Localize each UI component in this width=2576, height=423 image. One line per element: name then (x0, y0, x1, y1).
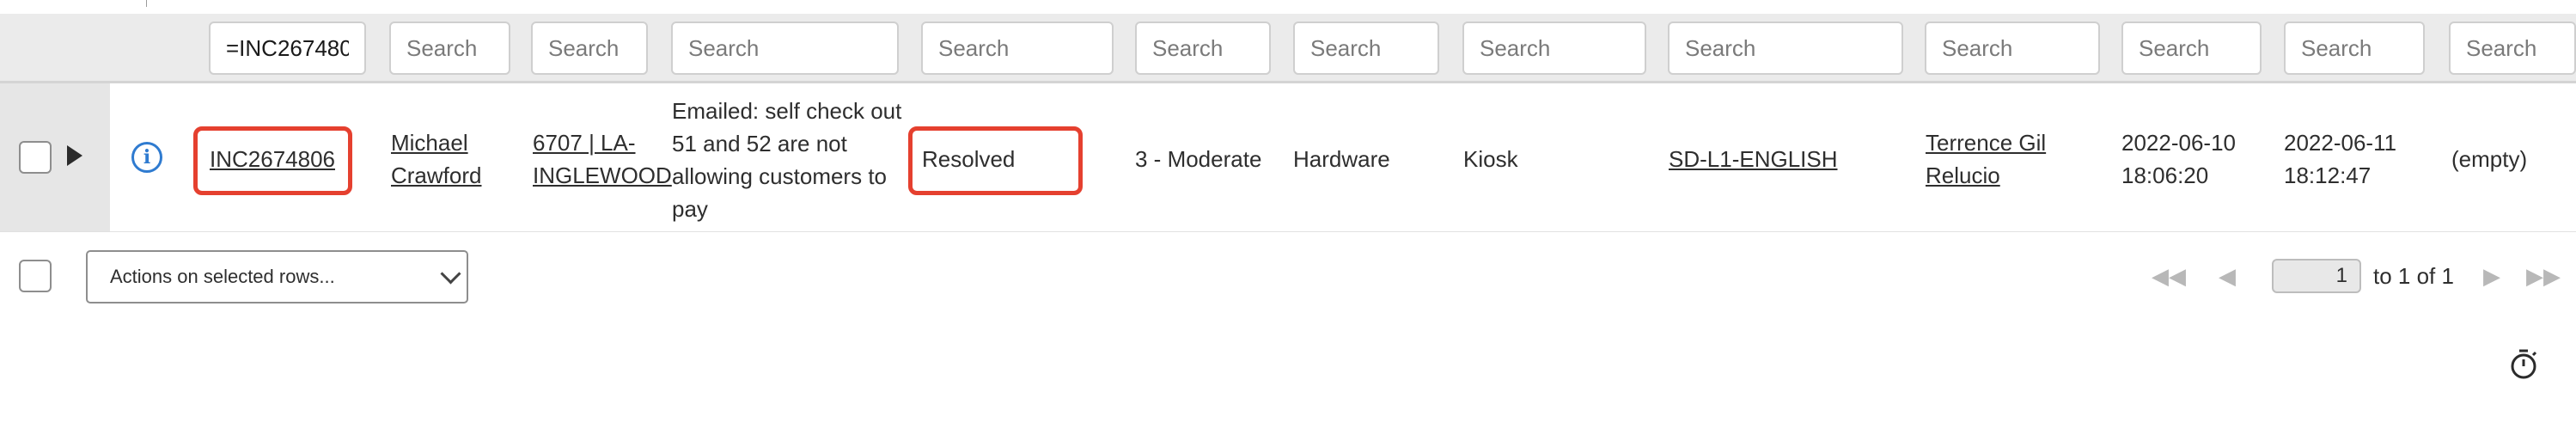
filter-category-input[interactable] (1293, 21, 1439, 75)
select-all-checkbox[interactable] (19, 260, 52, 292)
column-filter-row (0, 14, 2576, 83)
category-value: Hardware (1293, 146, 1390, 172)
updated-time: 18:12:47 (2284, 162, 2372, 188)
filter-assignment-group-input[interactable] (1668, 21, 1903, 75)
assignment-group-link[interactable]: SD-L1-ENGLISH (1669, 143, 1838, 175)
last-page-icon[interactable]: ▶▶ (2526, 263, 2561, 289)
filter-caller-input[interactable] (389, 21, 510, 75)
filter-location-input[interactable] (531, 21, 648, 75)
triangle-right-icon[interactable] (67, 145, 82, 166)
info-circle-icon[interactable]: i (131, 142, 162, 173)
page-range-text: to 1 of 1 (2373, 263, 2454, 289)
filter-last-column-input[interactable] (2449, 21, 2576, 75)
top-border (0, 0, 2576, 15)
location-link-line2[interactable]: INGLEWOOD (533, 159, 672, 192)
chevron-down-icon (440, 263, 461, 285)
location-link-line1[interactable]: 6707 | LA- (533, 126, 636, 159)
filter-short-description-input[interactable] (671, 21, 899, 75)
filter-assigned-to-input[interactable] (1925, 21, 2100, 75)
filter-number-input[interactable] (209, 21, 366, 75)
short-description-line4: pay (672, 196, 708, 222)
page-number-input[interactable]: 1 (2272, 259, 2361, 293)
caller-link-line2[interactable]: Crawford (391, 159, 481, 192)
first-page-icon[interactable]: ◀◀ (2152, 263, 2186, 289)
filter-opened-input[interactable] (2121, 21, 2262, 75)
short-description-line2: 51 and 52 are not (672, 131, 847, 156)
opened-date: 2022-06-10 (2121, 130, 2236, 156)
previous-page-icon[interactable]: ◀ (2219, 263, 2236, 289)
short-description-line3: allowing customers to (672, 163, 887, 189)
short-description-line1: Emailed: self check out (672, 98, 902, 124)
assigned-to-link-line1[interactable]: Terrence Gil (1926, 126, 2046, 159)
state-value: Resolved (922, 146, 1016, 172)
filter-subcategory-input[interactable] (1462, 21, 1646, 75)
updated-date: 2022-06-11 (2284, 130, 2397, 156)
filter-priority-input[interactable] (1135, 21, 1271, 75)
filter-state-input[interactable] (921, 21, 1114, 75)
actions-select-label: Actions on selected rows... (110, 266, 335, 287)
row-checkbox[interactable] (19, 141, 52, 174)
last-column-value: (empty) (2451, 146, 2528, 172)
divider (146, 0, 147, 7)
row-selection-gutter (0, 83, 110, 231)
next-page-icon[interactable]: ▶ (2483, 263, 2500, 289)
filter-updated-input[interactable] (2284, 21, 2425, 75)
filter-row-gutter (0, 14, 199, 81)
actions-on-selected-rows-select[interactable]: Actions on selected rows... (86, 250, 468, 303)
priority-value: 3 - Moderate (1135, 146, 1262, 172)
opened-time: 18:06:20 (2121, 162, 2209, 188)
subcategory-value: Kiosk (1463, 146, 1518, 172)
table-row: i INC2674806 Michael Crawford 6707 | LA-… (0, 83, 2576, 232)
incident-number-link[interactable]: INC2674806 (210, 143, 335, 175)
assigned-to-link-line2[interactable]: Relucio (1926, 159, 2000, 192)
stopwatch-icon[interactable] (2508, 348, 2541, 381)
caller-link-line1[interactable]: Michael (391, 126, 468, 159)
